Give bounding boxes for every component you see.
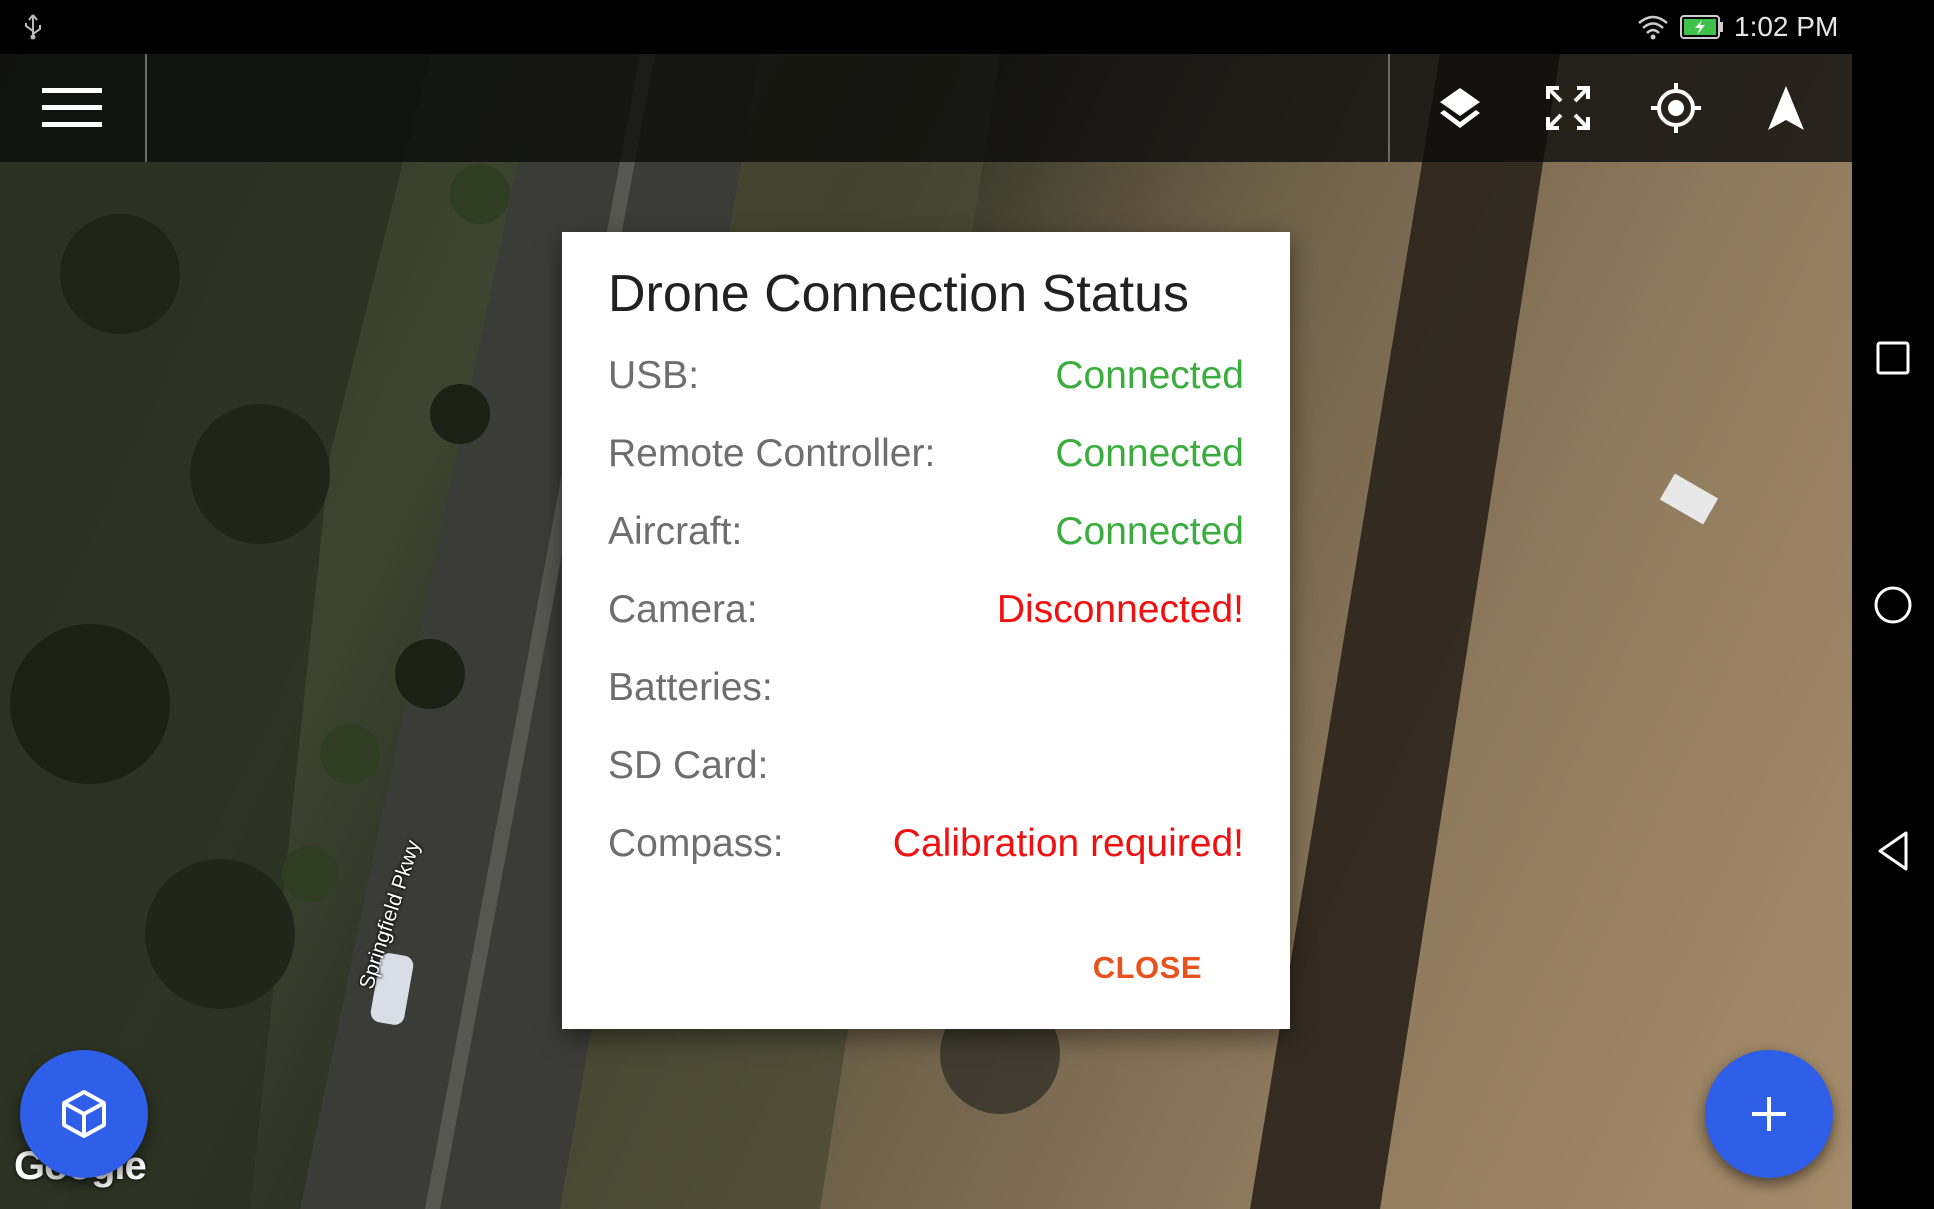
- dialog-title: Drone Connection Status: [608, 265, 1190, 323]
- recents-button[interactable]: [1852, 318, 1934, 398]
- my-location-icon: [1651, 83, 1701, 133]
- status-row-aircraft: Aircraft: Connected: [608, 502, 1244, 562]
- usb-icon: [25, 14, 41, 40]
- status-value: Calibration required!: [892, 822, 1244, 865]
- back-icon: [1878, 831, 1908, 871]
- status-row-batteries: Batteries:: [608, 658, 1244, 718]
- 3d-view-button[interactable]: [20, 1050, 148, 1178]
- clock: 1:02 PM: [1734, 11, 1839, 42]
- wifi-icon: [1638, 15, 1668, 40]
- status-row-camera: Camera: Disconnected!: [608, 580, 1244, 640]
- back-button[interactable]: [1852, 811, 1934, 891]
- navigation-button[interactable]: [1736, 54, 1836, 162]
- layers-button[interactable]: [1410, 54, 1510, 162]
- system-nav-bar: [1852, 0, 1934, 1209]
- drone-connection-dialog: Drone Connection Status USB: Connected R…: [562, 232, 1290, 1029]
- status-value: Connected: [1055, 432, 1244, 475]
- menu-button[interactable]: [20, 54, 124, 162]
- status-label: USB:: [608, 354, 700, 397]
- fullscreen-icon: [1546, 86, 1590, 130]
- toolbar-divider: [145, 54, 147, 162]
- status-label: SD Card:: [608, 744, 769, 787]
- fullscreen-button[interactable]: [1518, 54, 1618, 162]
- status-row-usb: USB: Connected: [608, 346, 1244, 406]
- status-value: Connected: [1055, 354, 1244, 397]
- plus-icon: [1752, 1097, 1786, 1131]
- map-toolbar: [0, 54, 1852, 162]
- recents-icon: [1876, 341, 1910, 375]
- status-label: Batteries:: [608, 666, 773, 709]
- status-row-sd-card: SD Card:: [608, 736, 1244, 796]
- toolbar-divider: [1388, 54, 1390, 162]
- home-button[interactable]: [1852, 565, 1934, 645]
- battery-charging-icon: [1680, 15, 1723, 39]
- my-location-button[interactable]: [1626, 54, 1726, 162]
- menu-icon: [42, 88, 102, 127]
- close-button[interactable]: CLOSE: [1093, 948, 1202, 988]
- home-icon: [1874, 586, 1912, 624]
- status-label: Camera:: [608, 588, 758, 631]
- status-value: Disconnected!: [996, 588, 1244, 631]
- layers-icon: [1440, 88, 1480, 128]
- navigation-icon: [1768, 86, 1804, 130]
- status-label: Remote Controller:: [608, 432, 936, 475]
- status-bar: 1:02 PM: [0, 0, 1852, 54]
- status-value: Connected: [1055, 510, 1244, 553]
- cube-icon: [62, 1090, 106, 1138]
- status-label: Compass:: [608, 822, 784, 865]
- add-button[interactable]: [1705, 1050, 1833, 1178]
- status-label: Aircraft:: [608, 510, 743, 553]
- status-row-compass: Compass: Calibration required!: [608, 814, 1244, 874]
- status-row-remote-controller: Remote Controller: Connected: [608, 424, 1244, 484]
